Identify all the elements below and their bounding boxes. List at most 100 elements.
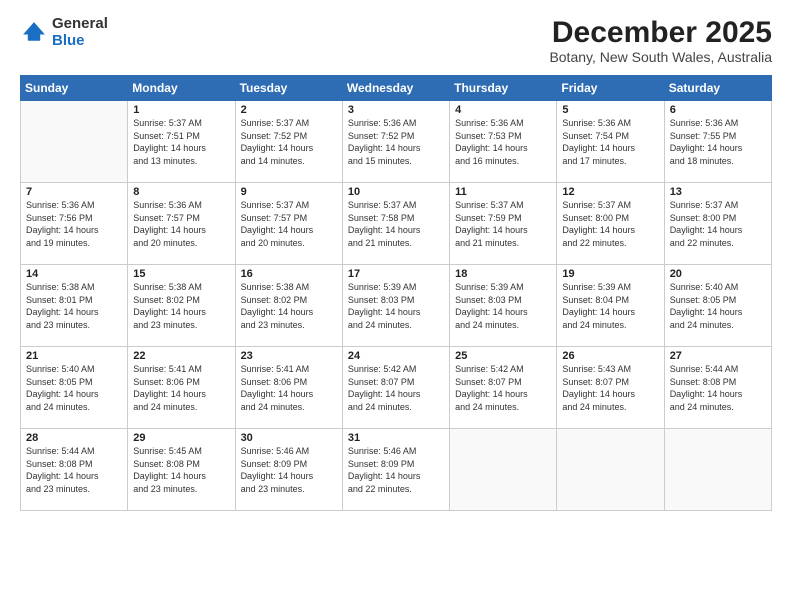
calendar-week-row: 28Sunrise: 5:44 AM Sunset: 8:08 PM Dayli… bbox=[21, 429, 772, 511]
logo-blue-text: Blue bbox=[52, 33, 108, 50]
weekday-header: Thursday bbox=[450, 76, 557, 101]
calendar-day-cell: 22Sunrise: 5:41 AM Sunset: 8:06 PM Dayli… bbox=[128, 347, 235, 429]
day-info: Sunrise: 5:37 AM Sunset: 8:00 PM Dayligh… bbox=[562, 199, 658, 249]
day-number: 19 bbox=[562, 268, 658, 280]
weekday-header: Monday bbox=[128, 76, 235, 101]
day-info: Sunrise: 5:42 AM Sunset: 8:07 PM Dayligh… bbox=[455, 363, 551, 413]
calendar-day-cell bbox=[664, 429, 771, 511]
calendar-day-cell: 28Sunrise: 5:44 AM Sunset: 8:08 PM Dayli… bbox=[21, 429, 128, 511]
day-info: Sunrise: 5:41 AM Sunset: 8:06 PM Dayligh… bbox=[133, 363, 229, 413]
day-number: 28 bbox=[26, 432, 122, 444]
calendar-day-cell: 19Sunrise: 5:39 AM Sunset: 8:04 PM Dayli… bbox=[557, 265, 664, 347]
day-number: 24 bbox=[348, 350, 444, 362]
day-number: 20 bbox=[670, 268, 766, 280]
day-info: Sunrise: 5:37 AM Sunset: 7:57 PM Dayligh… bbox=[241, 199, 337, 249]
logo-icon bbox=[20, 19, 48, 47]
day-number: 1 bbox=[133, 104, 229, 116]
weekday-header: Friday bbox=[557, 76, 664, 101]
calendar-day-cell: 21Sunrise: 5:40 AM Sunset: 8:05 PM Dayli… bbox=[21, 347, 128, 429]
calendar-day-cell: 6Sunrise: 5:36 AM Sunset: 7:55 PM Daylig… bbox=[664, 101, 771, 183]
calendar-day-cell: 5Sunrise: 5:36 AM Sunset: 7:54 PM Daylig… bbox=[557, 101, 664, 183]
day-info: Sunrise: 5:39 AM Sunset: 8:03 PM Dayligh… bbox=[348, 281, 444, 331]
day-number: 2 bbox=[241, 104, 337, 116]
title-block: December 2025 Botany, New South Wales, A… bbox=[549, 16, 772, 65]
day-info: Sunrise: 5:44 AM Sunset: 8:08 PM Dayligh… bbox=[670, 363, 766, 413]
day-info: Sunrise: 5:46 AM Sunset: 8:09 PM Dayligh… bbox=[348, 445, 444, 495]
day-info: Sunrise: 5:38 AM Sunset: 8:01 PM Dayligh… bbox=[26, 281, 122, 331]
calendar-day-cell: 12Sunrise: 5:37 AM Sunset: 8:00 PM Dayli… bbox=[557, 183, 664, 265]
day-number: 7 bbox=[26, 186, 122, 198]
calendar-day-cell: 30Sunrise: 5:46 AM Sunset: 8:09 PM Dayli… bbox=[235, 429, 342, 511]
day-info: Sunrise: 5:40 AM Sunset: 8:05 PM Dayligh… bbox=[670, 281, 766, 331]
day-number: 31 bbox=[348, 432, 444, 444]
calendar-week-row: 14Sunrise: 5:38 AM Sunset: 8:01 PM Dayli… bbox=[21, 265, 772, 347]
day-info: Sunrise: 5:37 AM Sunset: 7:51 PM Dayligh… bbox=[133, 117, 229, 167]
calendar-day-cell: 23Sunrise: 5:41 AM Sunset: 8:06 PM Dayli… bbox=[235, 347, 342, 429]
day-number: 26 bbox=[562, 350, 658, 362]
day-number: 3 bbox=[348, 104, 444, 116]
day-number: 6 bbox=[670, 104, 766, 116]
calendar-day-cell: 10Sunrise: 5:37 AM Sunset: 7:58 PM Dayli… bbox=[342, 183, 449, 265]
calendar-day-cell: 16Sunrise: 5:38 AM Sunset: 8:02 PM Dayli… bbox=[235, 265, 342, 347]
calendar-day-cell: 18Sunrise: 5:39 AM Sunset: 8:03 PM Dayli… bbox=[450, 265, 557, 347]
calendar-header-row: SundayMondayTuesdayWednesdayThursdayFrid… bbox=[21, 76, 772, 101]
day-info: Sunrise: 5:39 AM Sunset: 8:04 PM Dayligh… bbox=[562, 281, 658, 331]
calendar-week-row: 21Sunrise: 5:40 AM Sunset: 8:05 PM Dayli… bbox=[21, 347, 772, 429]
day-number: 29 bbox=[133, 432, 229, 444]
calendar-day-cell: 4Sunrise: 5:36 AM Sunset: 7:53 PM Daylig… bbox=[450, 101, 557, 183]
calendar-day-cell: 3Sunrise: 5:36 AM Sunset: 7:52 PM Daylig… bbox=[342, 101, 449, 183]
calendar-day-cell: 24Sunrise: 5:42 AM Sunset: 8:07 PM Dayli… bbox=[342, 347, 449, 429]
weekday-header: Tuesday bbox=[235, 76, 342, 101]
day-info: Sunrise: 5:37 AM Sunset: 7:52 PM Dayligh… bbox=[241, 117, 337, 167]
calendar-day-cell: 17Sunrise: 5:39 AM Sunset: 8:03 PM Dayli… bbox=[342, 265, 449, 347]
day-number: 4 bbox=[455, 104, 551, 116]
calendar-day-cell: 25Sunrise: 5:42 AM Sunset: 8:07 PM Dayli… bbox=[450, 347, 557, 429]
calendar-day-cell: 1Sunrise: 5:37 AM Sunset: 7:51 PM Daylig… bbox=[128, 101, 235, 183]
day-info: Sunrise: 5:39 AM Sunset: 8:03 PM Dayligh… bbox=[455, 281, 551, 331]
day-info: Sunrise: 5:40 AM Sunset: 8:05 PM Dayligh… bbox=[26, 363, 122, 413]
day-info: Sunrise: 5:36 AM Sunset: 7:55 PM Dayligh… bbox=[670, 117, 766, 167]
day-info: Sunrise: 5:36 AM Sunset: 7:54 PM Dayligh… bbox=[562, 117, 658, 167]
day-number: 12 bbox=[562, 186, 658, 198]
day-info: Sunrise: 5:37 AM Sunset: 7:59 PM Dayligh… bbox=[455, 199, 551, 249]
day-number: 30 bbox=[241, 432, 337, 444]
calendar-day-cell: 27Sunrise: 5:44 AM Sunset: 8:08 PM Dayli… bbox=[664, 347, 771, 429]
weekday-header: Saturday bbox=[664, 76, 771, 101]
calendar-day-cell bbox=[21, 101, 128, 183]
calendar-day-cell: 8Sunrise: 5:36 AM Sunset: 7:57 PM Daylig… bbox=[128, 183, 235, 265]
day-number: 25 bbox=[455, 350, 551, 362]
logo-general-text: General bbox=[52, 16, 108, 33]
month-title: December 2025 bbox=[549, 16, 772, 49]
day-info: Sunrise: 5:36 AM Sunset: 7:56 PM Dayligh… bbox=[26, 199, 122, 249]
calendar-day-cell: 7Sunrise: 5:36 AM Sunset: 7:56 PM Daylig… bbox=[21, 183, 128, 265]
calendar-day-cell: 31Sunrise: 5:46 AM Sunset: 8:09 PM Dayli… bbox=[342, 429, 449, 511]
day-number: 18 bbox=[455, 268, 551, 280]
day-info: Sunrise: 5:37 AM Sunset: 7:58 PM Dayligh… bbox=[348, 199, 444, 249]
calendar-day-cell: 11Sunrise: 5:37 AM Sunset: 7:59 PM Dayli… bbox=[450, 183, 557, 265]
day-info: Sunrise: 5:38 AM Sunset: 8:02 PM Dayligh… bbox=[133, 281, 229, 331]
header: General Blue December 2025 Botany, New S… bbox=[20, 16, 772, 65]
calendar-day-cell: 26Sunrise: 5:43 AM Sunset: 8:07 PM Dayli… bbox=[557, 347, 664, 429]
day-info: Sunrise: 5:37 AM Sunset: 8:00 PM Dayligh… bbox=[670, 199, 766, 249]
calendar-week-row: 1Sunrise: 5:37 AM Sunset: 7:51 PM Daylig… bbox=[21, 101, 772, 183]
day-number: 5 bbox=[562, 104, 658, 116]
calendar-day-cell bbox=[450, 429, 557, 511]
day-info: Sunrise: 5:43 AM Sunset: 8:07 PM Dayligh… bbox=[562, 363, 658, 413]
day-info: Sunrise: 5:45 AM Sunset: 8:08 PM Dayligh… bbox=[133, 445, 229, 495]
day-number: 9 bbox=[241, 186, 337, 198]
day-number: 23 bbox=[241, 350, 337, 362]
day-info: Sunrise: 5:36 AM Sunset: 7:57 PM Dayligh… bbox=[133, 199, 229, 249]
day-number: 10 bbox=[348, 186, 444, 198]
calendar-day-cell: 14Sunrise: 5:38 AM Sunset: 8:01 PM Dayli… bbox=[21, 265, 128, 347]
calendar-day-cell: 20Sunrise: 5:40 AM Sunset: 8:05 PM Dayli… bbox=[664, 265, 771, 347]
weekday-header: Sunday bbox=[21, 76, 128, 101]
calendar-day-cell: 2Sunrise: 5:37 AM Sunset: 7:52 PM Daylig… bbox=[235, 101, 342, 183]
day-number: 16 bbox=[241, 268, 337, 280]
day-number: 11 bbox=[455, 186, 551, 198]
calendar-day-cell: 9Sunrise: 5:37 AM Sunset: 7:57 PM Daylig… bbox=[235, 183, 342, 265]
logo: General Blue bbox=[20, 16, 108, 49]
day-info: Sunrise: 5:36 AM Sunset: 7:52 PM Dayligh… bbox=[348, 117, 444, 167]
day-number: 21 bbox=[26, 350, 122, 362]
day-info: Sunrise: 5:38 AM Sunset: 8:02 PM Dayligh… bbox=[241, 281, 337, 331]
calendar-week-row: 7Sunrise: 5:36 AM Sunset: 7:56 PM Daylig… bbox=[21, 183, 772, 265]
